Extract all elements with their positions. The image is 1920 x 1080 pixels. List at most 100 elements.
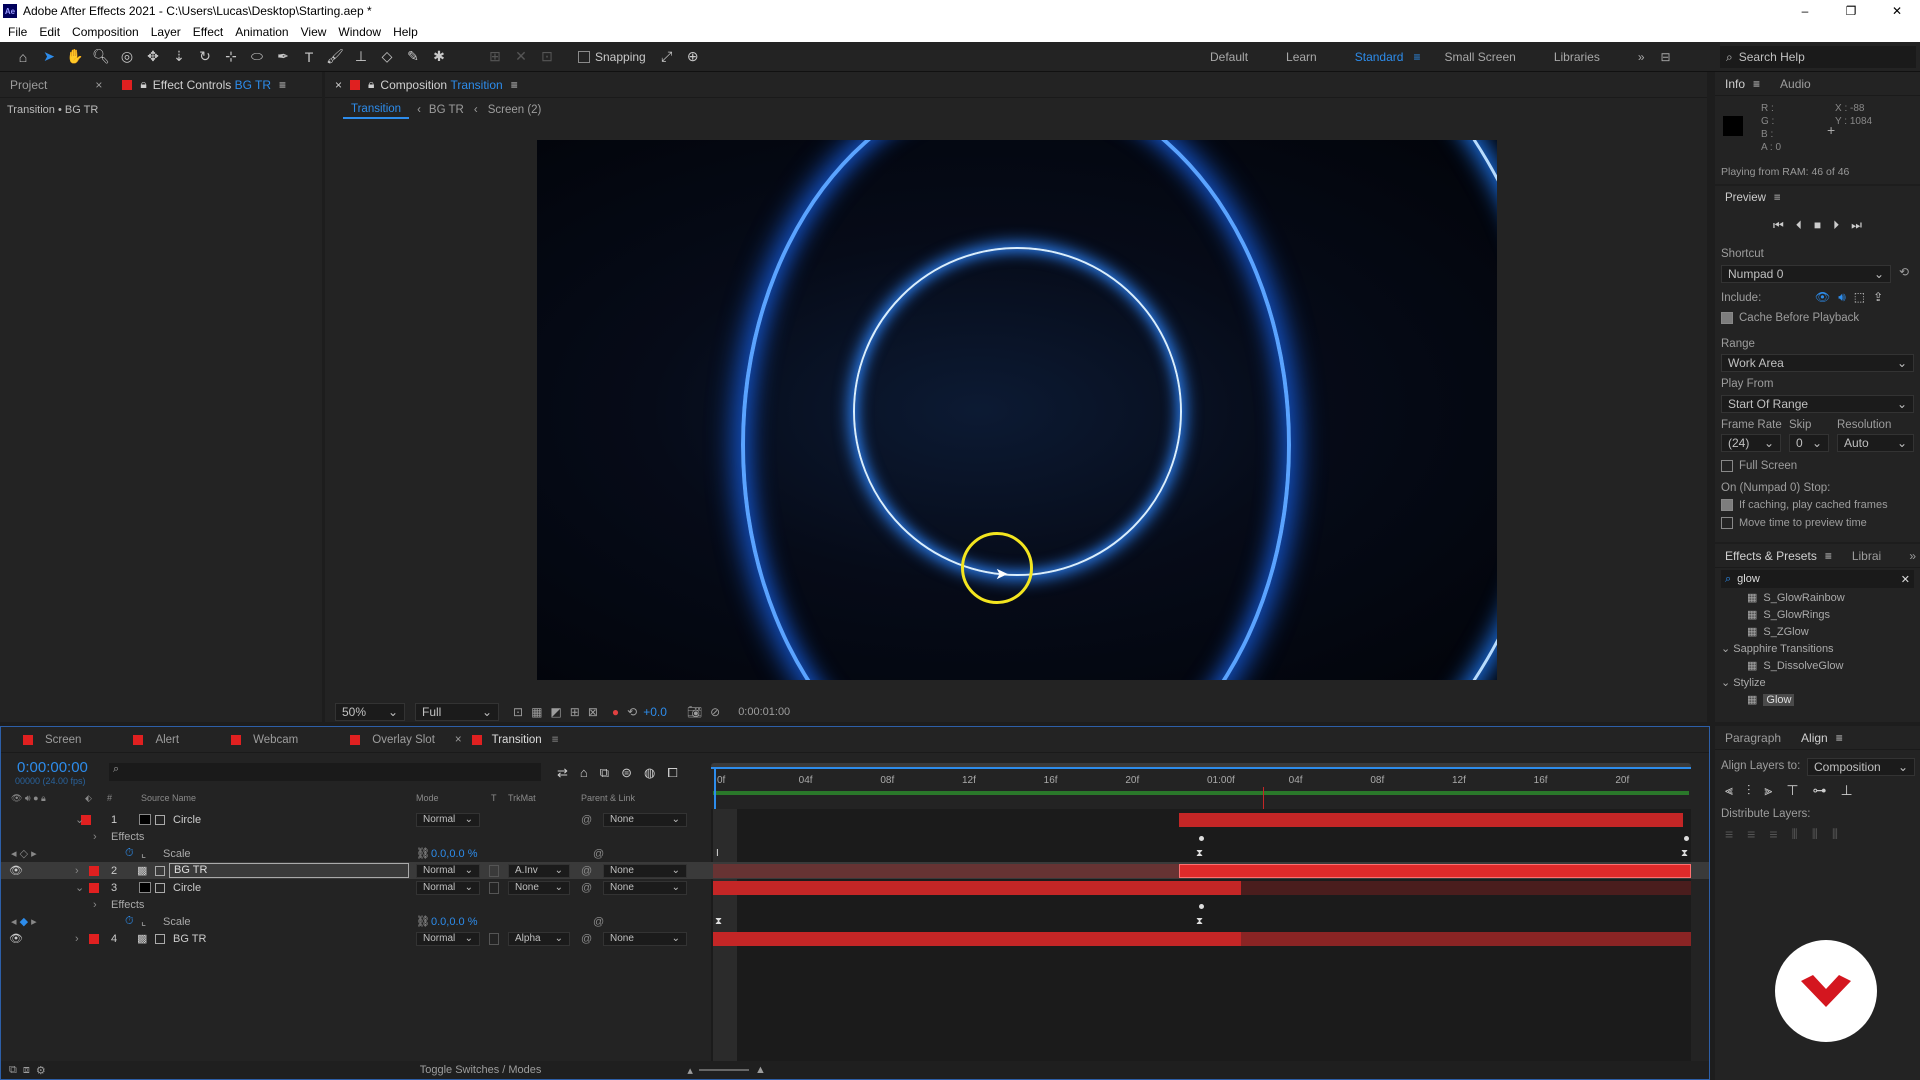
cache-before-checkbox[interactable] (1721, 312, 1733, 324)
dolly-camera-icon[interactable]: ⇣ (166, 45, 192, 69)
collapse-icon[interactable]: ⌄ (75, 881, 84, 894)
world-axis-icon[interactable]: ✕ (508, 45, 534, 69)
first-frame-icon[interactable]: ⏮ (1773, 218, 1784, 233)
workspace-menu-icon[interactable]: ≡ (1413, 50, 1420, 64)
zoom-tool-icon[interactable]: 🔍︎ (88, 45, 114, 69)
distribute-hcenter-icon[interactable]: ⦀ (1812, 826, 1818, 843)
tab-align[interactable]: Align ≡ (1791, 731, 1853, 745)
workspace-more-icon[interactable]: » (1638, 50, 1645, 64)
effects-group-row[interactable]: › Effects (1, 896, 1709, 913)
snap-features-icon[interactable]: ⊕ (680, 45, 706, 69)
layer-bar-circle-1[interactable] (1179, 813, 1683, 827)
keyframe[interactable]: ⧗ (715, 916, 722, 927)
align-right-icon[interactable]: ⫸ (1764, 782, 1772, 799)
effect-item[interactable]: ▦ S_GlowRings (1747, 607, 1920, 624)
time-ruler[interactable]: 0f 04f 08f 12f 16f 20f 01:00f 04f 08f 12f 16f 20f (711, 763, 1691, 807)
distribute-right-icon[interactable]: ⦀ (1832, 826, 1838, 843)
layer-name[interactable]: BG TR (169, 863, 409, 878)
current-timecode[interactable]: 0:00:00:00 (17, 759, 88, 776)
tab-audio[interactable]: Audio (1770, 77, 1821, 91)
expand-icon[interactable]: › (93, 899, 97, 911)
align-target-dropdown[interactable]: Composition ⌄ (1807, 758, 1915, 776)
visibility-eye-icon[interactable]: 👁︎ (9, 864, 23, 877)
menu-view[interactable]: View (297, 25, 335, 39)
resolution-dropdown[interactable]: Full ⌄ (415, 703, 499, 721)
guides-icon[interactable]: ⊠ (588, 705, 598, 719)
scale-value[interactable]: 0.0,0.0 % (431, 848, 477, 860)
roto-brush-icon[interactable]: ✎ (400, 45, 426, 69)
snapping-checkbox[interactable] (578, 50, 590, 63)
resolution-dropdown[interactable]: Auto ⌄ (1837, 434, 1914, 452)
tab-paragraph[interactable]: Paragraph (1715, 731, 1791, 745)
distribute-vcenter-icon[interactable]: ≡ (1747, 826, 1755, 843)
layer-name[interactable]: Circle (173, 814, 201, 826)
constrain-icon[interactable]: ⛓ (416, 915, 430, 928)
panel-menu-icon[interactable]: ≡ (552, 734, 559, 746)
range-dropdown[interactable]: Work Area ⌄ (1721, 354, 1914, 372)
in-out-icon[interactable]: ⚙ (36, 1064, 46, 1077)
scale-property-row[interactable]: ◂ ◆ ▸ ⏱ ⌞ Scale ⛓ 0.0,0.0 % @ (1, 913, 1709, 930)
track-matte-dropdown[interactable]: Alpha ⌄ (508, 931, 570, 946)
show-snapshot-icon[interactable]: ⊘ (710, 705, 720, 719)
layer-name[interactable]: Circle (173, 882, 201, 894)
keyframe[interactable] (1684, 836, 1689, 841)
search-help-field[interactable]: ⌕ Search Help (1720, 46, 1916, 68)
include-audio-icon[interactable]: 🔊︎ (1838, 290, 1846, 305)
transfer-controls-icon[interactable]: ⧈ (23, 1064, 30, 1077)
panel-menu-icon[interactable]: ≡ (511, 78, 518, 92)
effect-group[interactable]: ⌄ Sapphire Transitions (1715, 641, 1920, 658)
keyframe[interactable]: ⧗ (1196, 848, 1203, 859)
lock-icon[interactable]: 🔒︎ (140, 77, 146, 92)
track-matte-dropdown[interactable]: A.Inv ⌄ (508, 863, 570, 878)
tab-project[interactable]: Project × (0, 78, 112, 92)
layer-search-field[interactable]: ⌕ (109, 763, 541, 781)
tab-screen[interactable]: Screen (45, 734, 81, 746)
expression-icon[interactable]: @ (593, 848, 604, 860)
layer-switches-icon[interactable]: ⧉ (9, 1064, 17, 1077)
prev-frame-icon[interactable]: ⏴ (1796, 218, 1802, 233)
brush-tool-icon[interactable]: 🖌︎ (322, 45, 348, 69)
distribute-bottom-icon[interactable]: ≡ (1769, 826, 1777, 843)
pan-camera-icon[interactable]: ✥ (140, 45, 166, 69)
move-time-checkbox[interactable] (1721, 517, 1733, 530)
motion-blur-icon[interactable]: ◍ (644, 765, 655, 781)
toggle-switches-modes[interactable]: Toggle Switches / Modes (420, 1064, 542, 1076)
workspace-standard[interactable]: Standard (1355, 50, 1404, 64)
parent-dropdown[interactable]: None ⌄ (603, 931, 687, 946)
distribute-left-icon[interactable]: ⦀ (1792, 826, 1798, 843)
include-overlays-icon[interactable]: ⬚ (1854, 290, 1865, 305)
effects-search-field[interactable]: ⌕ glow ✕ (1721, 570, 1914, 588)
tab-composition[interactable]: × 🔒︎ Composition Transition ≡ (325, 77, 528, 92)
align-bottom-icon[interactable]: ⊥ (1841, 782, 1853, 799)
viewer-timecode[interactable]: 0:00:01:00 (738, 706, 790, 718)
more-panels-icon[interactable]: » (1909, 549, 1916, 563)
effect-item[interactable]: ▦ S_GlowRainbow (1747, 590, 1920, 607)
close-button[interactable]: ✕ (1874, 0, 1920, 22)
pick-whip-icon[interactable]: @ (581, 814, 592, 826)
ellipse-tool-icon[interactable]: ⬭ (244, 45, 270, 69)
composition-mini-flowchart-icon[interactable]: ⇄ (557, 765, 568, 781)
align-top-icon[interactable]: ⊤ (1786, 782, 1798, 799)
keyframe-nav-icon[interactable]: ◂ ◆ ▸ (11, 915, 37, 928)
menu-effect[interactable]: Effect (189, 25, 231, 39)
frame-blending-icon[interactable]: ⊜ (621, 765, 632, 781)
nav-bg-tr[interactable]: BG TR (429, 104, 464, 116)
constrain-icon[interactable]: ⛓ (416, 847, 430, 860)
view-axis-icon[interactable]: ⊡ (534, 45, 560, 69)
channel-icon[interactable]: ● (612, 705, 619, 719)
home-icon[interactable]: ⌂ (10, 45, 36, 69)
preserve-transparency-box[interactable] (489, 864, 499, 877)
close-tab-icon[interactable]: × (455, 734, 462, 746)
fast-previews-icon[interactable]: ⊡ (513, 705, 523, 719)
col-parent-link[interactable]: Parent & Link (581, 793, 635, 803)
clear-search-icon[interactable]: ✕ (1901, 573, 1910, 586)
parent-dropdown[interactable]: None ⌄ (603, 863, 687, 878)
snap-edges-icon[interactable]: ⤢ (654, 45, 680, 69)
expand-icon[interactable]: › (75, 865, 79, 877)
align-hcenter-icon[interactable]: ⫶ (1747, 782, 1751, 799)
if-caching-checkbox[interactable] (1721, 499, 1733, 512)
effects-group-row[interactable]: › Effects (1, 828, 1709, 845)
nav-screen-2[interactable]: Screen (2) (488, 104, 542, 116)
menu-layer[interactable]: Layer (147, 25, 189, 39)
skip-dropdown[interactable]: 0 ⌄ (1789, 434, 1829, 452)
